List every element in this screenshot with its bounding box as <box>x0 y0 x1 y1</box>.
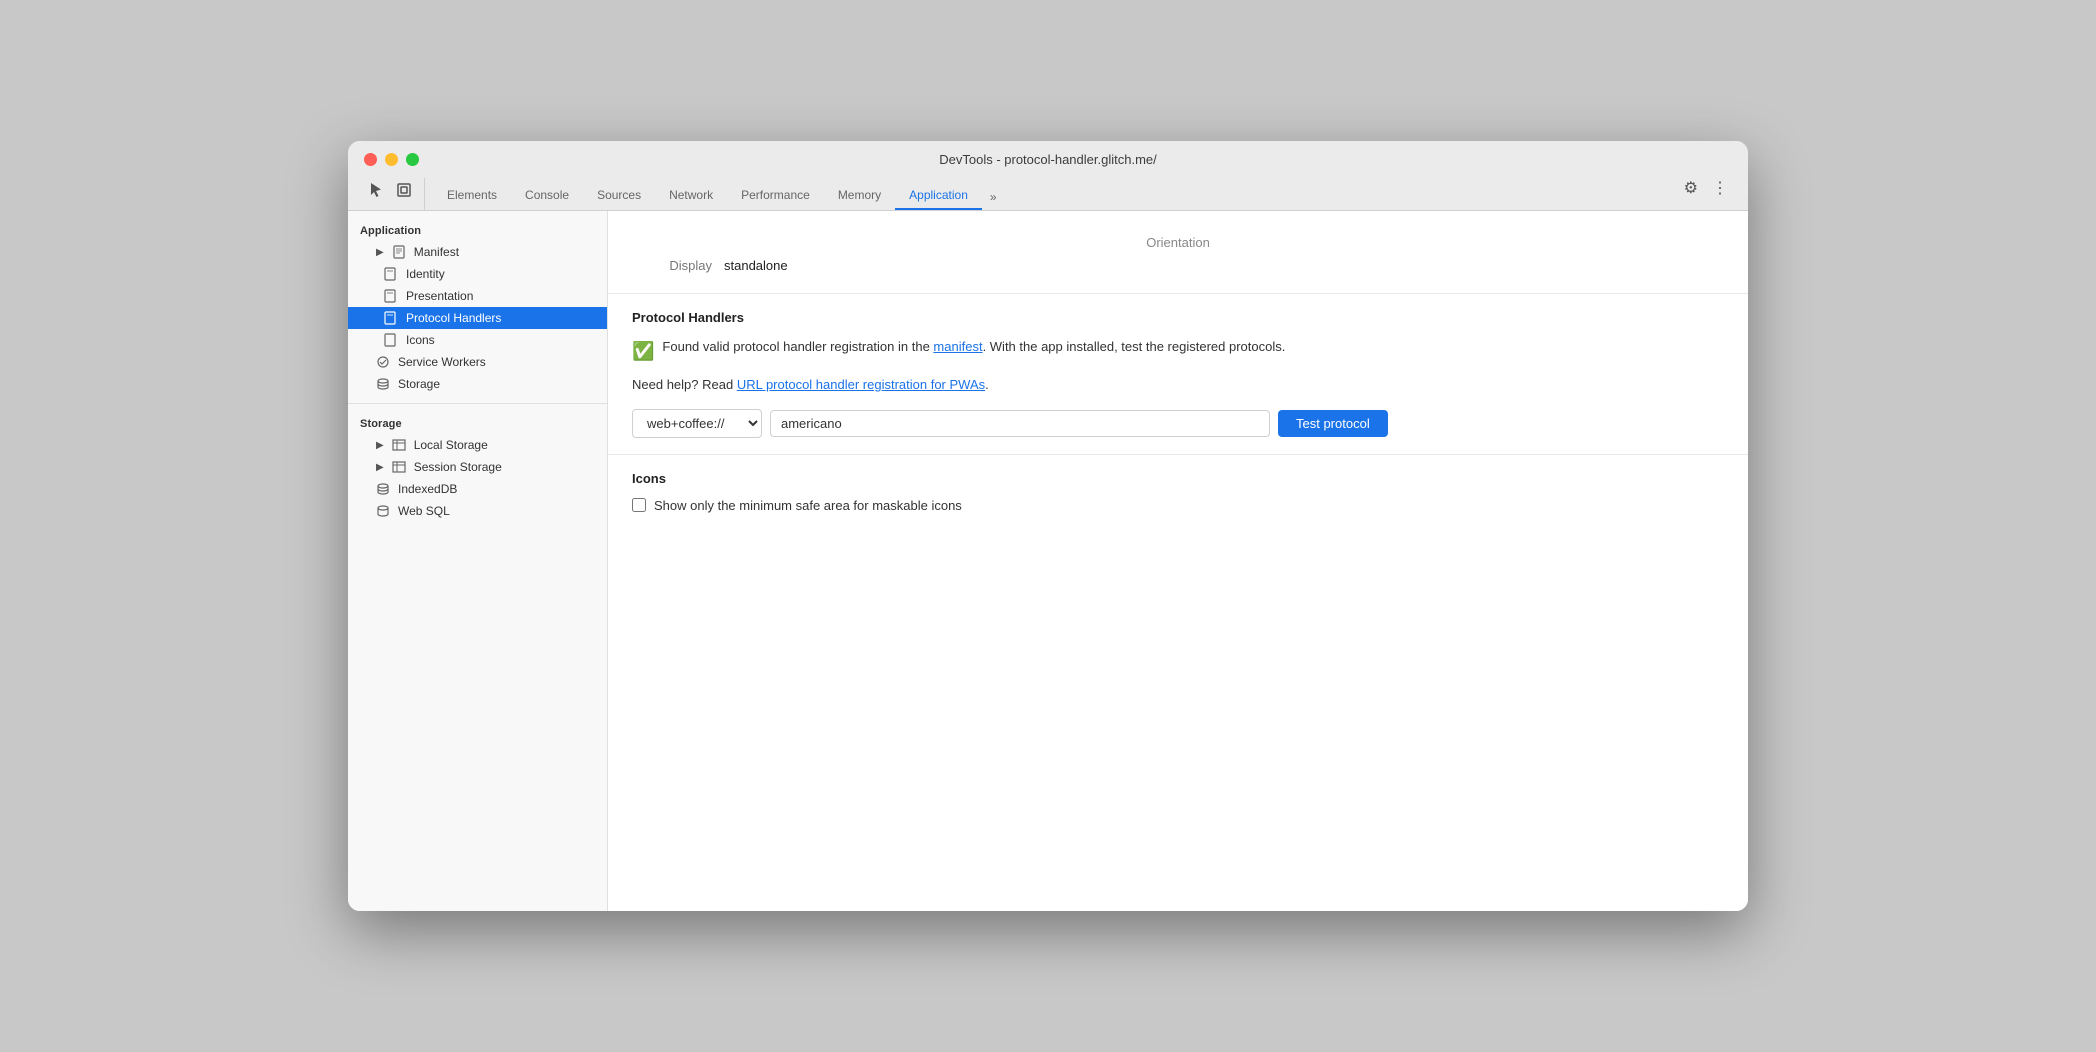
session-storage-expand-arrow: ▶ <box>376 462 384 473</box>
indexed-db-label: IndexedDB <box>398 482 457 496</box>
tab-memory[interactable]: Memory <box>824 182 895 210</box>
presentation-icon <box>384 289 400 303</box>
titlebar-right-actions: ⚙ ⋮ <box>1680 174 1732 210</box>
inspector-tool-button[interactable] <box>392 178 416 202</box>
sidebar-item-identity[interactable]: Identity <box>348 263 607 285</box>
tab-elements[interactable]: Elements <box>433 182 511 210</box>
sidebar-item-storage[interactable]: Storage <box>348 373 607 395</box>
manifest-expand-arrow: ▶ <box>376 247 384 258</box>
settings-button[interactable]: ⚙ <box>1680 174 1702 202</box>
more-tabs-button[interactable]: » <box>982 184 1005 210</box>
main-panel: Orientation Display standalone Protocol … <box>608 211 1748 911</box>
local-storage-icon <box>392 438 408 452</box>
tab-application[interactable]: Application <box>895 182 982 210</box>
minimize-button[interactable] <box>385 153 398 166</box>
sidebar-item-service-workers[interactable]: Service Workers <box>348 351 607 373</box>
icons-icon <box>384 333 400 347</box>
sidebar-divider <box>348 403 607 404</box>
icons-title: Icons <box>632 471 1724 486</box>
protocol-test-row: web+coffee:// Test protocol <box>632 409 1724 438</box>
cursor-tool-button[interactable] <box>364 178 388 202</box>
sidebar-item-web-sql[interactable]: Web SQL <box>348 500 607 522</box>
web-sql-icon <box>376 504 392 518</box>
titlebar: DevTools - protocol-handler.glitch.me/ E… <box>348 141 1748 211</box>
sidebar-item-indexed-db[interactable]: IndexedDB <box>348 478 607 500</box>
indexed-db-icon <box>376 482 392 496</box>
application-section-header: Application <box>348 219 607 241</box>
maskable-icons-row: Show only the minimum safe area for mask… <box>632 498 1724 513</box>
sidebar-item-local-storage[interactable]: ▶ Local Storage <box>348 434 607 456</box>
success-prefix: Found valid protocol handler registratio… <box>662 339 933 354</box>
tab-bar: Elements Console Sources Network Perform… <box>433 182 1005 210</box>
help-text: Need help? Read URL protocol handler reg… <box>632 375 1724 395</box>
local-storage-label: Local Storage <box>414 438 488 452</box>
maximize-button[interactable] <box>406 153 419 166</box>
local-storage-expand-arrow: ▶ <box>376 440 384 451</box>
session-storage-label: Session Storage <box>414 460 502 474</box>
icons-section: Icons Show only the minimum safe area fo… <box>608 455 1748 529</box>
manifest-link[interactable]: manifest <box>933 339 982 354</box>
display-label: Display <box>632 258 712 273</box>
orientation-display-section: Orientation Display standalone <box>608 211 1748 294</box>
sidebar: Application ▶ Manifest <box>348 211 608 911</box>
presentation-label: Presentation <box>406 289 473 303</box>
orientation-label: Orientation <box>632 223 1724 258</box>
identity-label: Identity <box>406 267 445 281</box>
sidebar-item-session-storage[interactable]: ▶ Session Storage <box>348 456 607 478</box>
service-workers-icon <box>376 355 392 369</box>
protocol-select[interactable]: web+coffee:// <box>632 409 762 438</box>
tab-sources[interactable]: Sources <box>583 182 655 210</box>
more-menu-button[interactable]: ⋮ <box>1708 174 1732 202</box>
session-storage-icon <box>392 460 408 474</box>
window-title: DevTools - protocol-handler.glitch.me/ <box>939 152 1157 167</box>
display-row: Display standalone <box>632 258 1724 273</box>
toolbar-tools <box>364 178 425 210</box>
check-circle-icon: ✅ <box>632 338 654 365</box>
protocol-handlers-label: Protocol Handlers <box>406 311 501 325</box>
storage-section-header: Storage <box>348 412 607 434</box>
storage-icon <box>376 377 392 391</box>
success-suffix: . With the app installed, test the regis… <box>983 339 1286 354</box>
protocol-input[interactable] <box>770 410 1270 437</box>
manifest-icon <box>392 245 408 259</box>
success-text: Found valid protocol handler registratio… <box>662 337 1285 357</box>
tab-performance[interactable]: Performance <box>727 182 824 210</box>
display-value: standalone <box>724 258 788 273</box>
protocol-handlers-icon <box>384 311 400 325</box>
icons-label: Icons <box>406 333 435 347</box>
maskable-icons-label: Show only the minimum safe area for mask… <box>654 498 962 513</box>
web-sql-label: Web SQL <box>398 504 450 518</box>
main-content: Application ▶ Manifest <box>348 211 1748 911</box>
service-workers-label: Service Workers <box>398 355 486 369</box>
protocol-handlers-section: Protocol Handlers ✅ Found valid protocol… <box>608 294 1748 455</box>
sidebar-item-protocol-handlers[interactable]: Protocol Handlers <box>348 307 607 329</box>
sidebar-item-manifest[interactable]: ▶ Manifest <box>348 241 607 263</box>
test-protocol-button[interactable]: Test protocol <box>1278 410 1388 437</box>
window-controls <box>364 153 419 166</box>
help-prefix: Need help? Read <box>632 377 737 392</box>
pwa-help-link[interactable]: URL protocol handler registration for PW… <box>737 377 985 392</box>
titlebar-top: DevTools - protocol-handler.glitch.me/ <box>364 153 1732 166</box>
close-button[interactable] <box>364 153 377 166</box>
devtools-window: DevTools - protocol-handler.glitch.me/ E… <box>348 141 1748 911</box>
protocol-handlers-title: Protocol Handlers <box>632 310 1724 325</box>
success-message: ✅ Found valid protocol handler registrat… <box>632 337 1724 365</box>
maskable-icons-checkbox[interactable] <box>632 498 646 512</box>
manifest-label: Manifest <box>414 245 459 259</box>
storage-label: Storage <box>398 377 440 391</box>
tab-console[interactable]: Console <box>511 182 583 210</box>
sidebar-item-icons[interactable]: Icons <box>348 329 607 351</box>
sidebar-item-presentation[interactable]: Presentation <box>348 285 607 307</box>
identity-icon <box>384 267 400 281</box>
tab-network[interactable]: Network <box>655 182 727 210</box>
